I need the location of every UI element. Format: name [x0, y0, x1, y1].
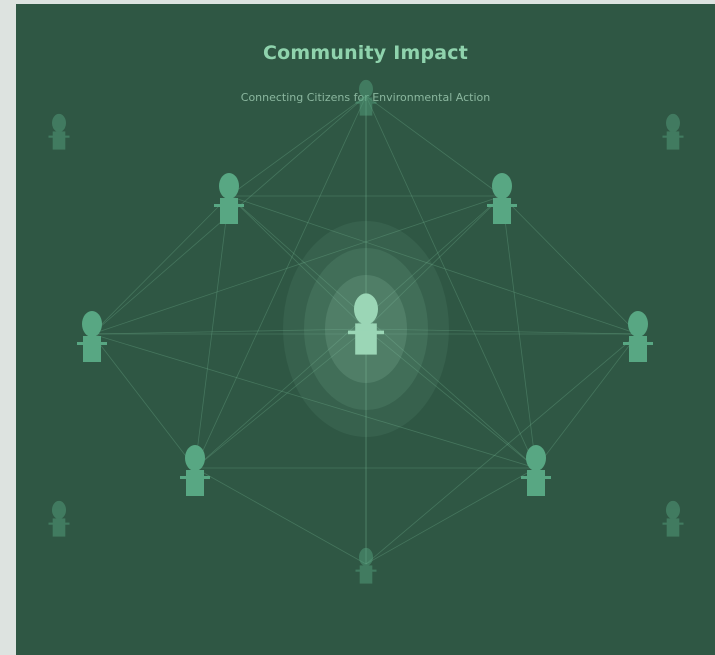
- person-icon: [662, 113, 684, 150]
- connection-line: [365, 467, 537, 565]
- person-icon: [355, 79, 377, 116]
- person-icon: [662, 500, 684, 537]
- connection-line: [228, 95, 367, 197]
- person-icon: [48, 113, 70, 150]
- connection-line: [535, 333, 639, 469]
- connection-line: [501, 195, 639, 335]
- diagram-canvas: Community Impact Connecting Citizens for…: [16, 4, 715, 655]
- connection-line: [91, 333, 196, 469]
- person-icon: [623, 311, 653, 362]
- person-icon: [180, 445, 210, 496]
- person-icon: [521, 445, 551, 496]
- person-icon: [355, 547, 377, 584]
- person-icon: [214, 173, 244, 224]
- connection-line: [365, 95, 503, 197]
- person-icon: [77, 311, 107, 362]
- person-icon: [487, 173, 517, 224]
- community-network: [48, 79, 684, 584]
- connection-line: [194, 467, 367, 565]
- connection-line: [91, 195, 230, 335]
- person-icon: [48, 500, 70, 537]
